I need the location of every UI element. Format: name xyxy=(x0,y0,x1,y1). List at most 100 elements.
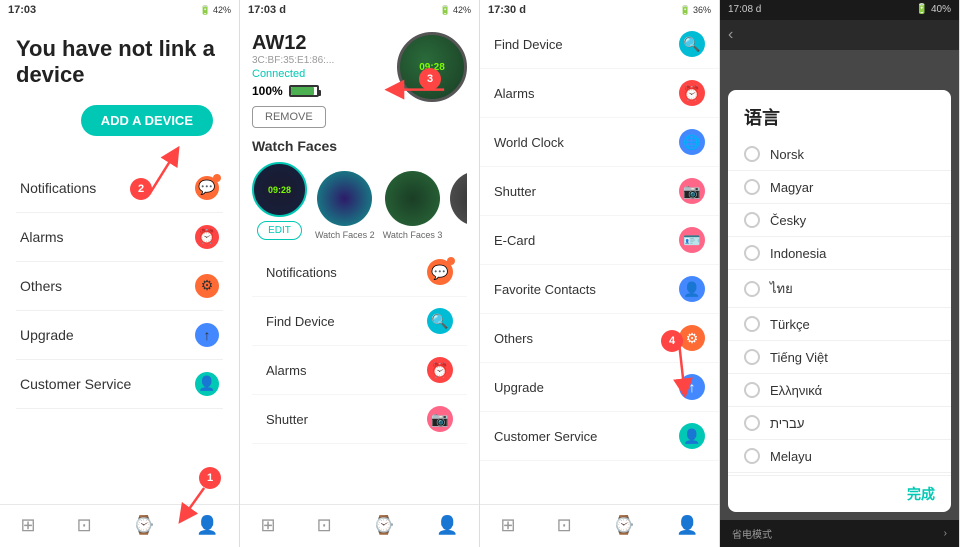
lang-magyar[interactable]: Magyar xyxy=(728,171,951,204)
status-bar-2: 17:03 d 🔋 42% xyxy=(240,0,479,20)
modal-title: 语言 xyxy=(728,90,951,138)
menu-item-upgrade[interactable]: Upgrade ↑ xyxy=(16,311,223,360)
lang-radio-melayu[interactable] xyxy=(744,448,760,464)
p2-notifications[interactable]: Notifications 💬 xyxy=(252,248,467,297)
menu-item-alarms[interactable]: Alarms ⏰ xyxy=(16,213,223,262)
bottom-nav-3: ⊞ ⊡ ⌚ 👤 xyxy=(480,504,719,547)
nav-lock-2[interactable]: ⊡ xyxy=(309,513,340,539)
status-bar-3: 17:30 d 🔋 36% xyxy=(480,0,719,20)
annotation-3: 3 xyxy=(419,68,441,90)
nav-device-2[interactable]: ⌚ xyxy=(365,513,403,539)
p3-shutter-icon: 📷 xyxy=(679,178,705,204)
nav-device-1[interactable]: ⌚ xyxy=(125,513,163,539)
p3-upgrade[interactable]: Upgrade ↑ xyxy=(480,363,719,412)
lang-greek[interactable]: Ελληνικά xyxy=(728,374,951,407)
nav-lock-1[interactable]: ⊡ xyxy=(69,513,100,539)
p3-e-card[interactable]: E-Card 🪪 xyxy=(480,216,719,265)
p3-world-clock-icon: 🌐 xyxy=(679,129,705,155)
upgrade-icon: ↑ xyxy=(195,323,219,347)
remove-button[interactable]: REMOVE xyxy=(252,106,326,128)
language-list: Norsk Magyar Česky Indonesia ไทย xyxy=(728,138,951,475)
nav-profile-1[interactable]: 👤 xyxy=(188,513,226,539)
p3-find-device[interactable]: Find Device 🔍 xyxy=(480,20,719,69)
panel-2-content: AW12 3C:BF:35:E1:86:... Connected 100% R… xyxy=(240,20,479,504)
device-watch-image: 09:28 xyxy=(397,32,467,102)
p2-alarms[interactable]: Alarms ⏰ xyxy=(252,346,467,395)
nav-home-3[interactable]: ⊞ xyxy=(492,513,523,539)
lang-radio-thai[interactable] xyxy=(744,281,760,297)
watch-face-3[interactable] xyxy=(385,171,440,226)
p2-find-device[interactable]: Find Device 🔍 xyxy=(252,297,467,346)
notifications-icon: 💬 xyxy=(195,176,219,200)
p3-favorite-contacts[interactable]: Favorite Contacts 👤 xyxy=(480,265,719,314)
lang-radio-magyar[interactable] xyxy=(744,179,760,195)
nav-home-2[interactable]: ⊞ xyxy=(252,513,283,539)
p3-customer-service[interactable]: Customer Service 👤 xyxy=(480,412,719,461)
status-icons-3: 🔋 36% xyxy=(680,5,711,16)
lang-melayu[interactable]: Melayu xyxy=(728,440,951,473)
lang-tieng-viet[interactable]: Tiếng Việt xyxy=(728,341,951,374)
panel-4: 17:08 d 🔋 40% ‹ 语言 Norsk Magyar Česky xyxy=(720,0,960,547)
done-button[interactable]: 完成 xyxy=(907,484,935,504)
device-mac: 3C:BF:35:E1:86:... xyxy=(252,55,334,66)
watch-face-1[interactable]: 09:28 xyxy=(252,162,307,217)
lang-radio-turkce[interactable] xyxy=(744,316,760,332)
nav-home-1[interactable]: ⊞ xyxy=(12,513,43,539)
p3-favorite-contacts-icon: 👤 xyxy=(679,276,705,302)
edit-watch-face-btn[interactable]: EDIT xyxy=(257,221,302,240)
lang-cesky[interactable]: Česky xyxy=(728,204,951,237)
customer-service-icon: 👤 xyxy=(195,372,219,396)
menu-item-customer-service[interactable]: Customer Service 👤 xyxy=(16,360,223,409)
annotation-4: 4 xyxy=(661,330,683,352)
lang-norsk[interactable]: Norsk xyxy=(728,138,951,171)
menu-item-notifications[interactable]: Notifications 💬 xyxy=(16,164,223,213)
panel-2: 17:03 d 🔋 42% AW12 3C:BF:35:E1:86:... Co… xyxy=(240,0,480,547)
add-device-button[interactable]: ADD A DEVICE xyxy=(81,105,213,136)
modal-footer: 完成 xyxy=(728,475,951,512)
lang-radio-hebrew[interactable] xyxy=(744,415,760,431)
lang-radio-indonesia[interactable] xyxy=(744,245,760,261)
panel-3-content: Find Device 🔍 Alarms ⏰ World Clock 🌐 Shu… xyxy=(480,20,719,504)
p3-others-icon: ⚙ xyxy=(679,325,705,351)
battery-bar: 100% xyxy=(252,84,334,98)
menu-item-others[interactable]: Others ⚙ xyxy=(16,262,223,311)
status-icons-1: 🔋 42% xyxy=(200,5,231,16)
alarms-icon: ⏰ xyxy=(195,225,219,249)
status-icons-2: 🔋 42% xyxy=(440,5,471,16)
p2-find-device-icon: 🔍 xyxy=(427,308,453,334)
p4-status-bar: 17:08 d 🔋 40% xyxy=(720,0,959,20)
nav-profile-2[interactable]: 👤 xyxy=(428,513,466,539)
status-time-3: 17:30 d xyxy=(488,4,526,16)
watch-faces-title: Watch Faces xyxy=(252,138,467,154)
nav-device-3[interactable]: ⌚ xyxy=(605,513,643,539)
p3-alarms-icon: ⏰ xyxy=(679,80,705,106)
others-icon: ⚙ xyxy=(195,274,219,298)
p2-shutter[interactable]: Shutter 📷 xyxy=(252,395,467,444)
lang-radio-norsk[interactable] xyxy=(744,146,760,162)
p3-others[interactable]: Others ⚙ xyxy=(480,314,719,363)
nav-profile-3[interactable]: 👤 xyxy=(668,513,706,539)
watch-face-4[interactable] xyxy=(450,171,467,226)
lang-radio-greek[interactable] xyxy=(744,382,760,398)
no-device-headline: You have not link a device xyxy=(16,36,223,89)
lang-hebrew[interactable]: עברית xyxy=(728,407,951,440)
p3-e-card-icon: 🪪 xyxy=(679,227,705,253)
p3-world-clock[interactable]: World Clock 🌐 xyxy=(480,118,719,167)
lang-turkce[interactable]: Türkçe xyxy=(728,308,951,341)
status-time-2: 17:03 d xyxy=(248,4,286,16)
p2-alarms-icon: ⏰ xyxy=(427,357,453,383)
watch-face-2[interactable] xyxy=(317,171,372,226)
bottom-nav-2: ⊞ ⊡ ⌚ 👤 xyxy=(240,504,479,547)
lang-radio-cesky[interactable] xyxy=(744,212,760,228)
language-modal: 语言 Norsk Magyar Česky Indonesia xyxy=(728,90,951,512)
p3-shutter[interactable]: Shutter 📷 xyxy=(480,167,719,216)
nav-lock-3[interactable]: ⊡ xyxy=(549,513,580,539)
lang-radio-tieng-viet[interactable] xyxy=(744,349,760,365)
annotation-2: 2 xyxy=(130,178,152,200)
panel-1: 17:03 🔋 42% You have not link a device A… xyxy=(0,0,240,547)
lang-indonesia[interactable]: Indonesia xyxy=(728,237,951,270)
lang-thai[interactable]: ไทย xyxy=(728,270,951,308)
back-button[interactable]: ‹ xyxy=(728,26,733,44)
p3-alarms[interactable]: Alarms ⏰ xyxy=(480,69,719,118)
p3-upgrade-icon: ↑ xyxy=(679,374,705,400)
